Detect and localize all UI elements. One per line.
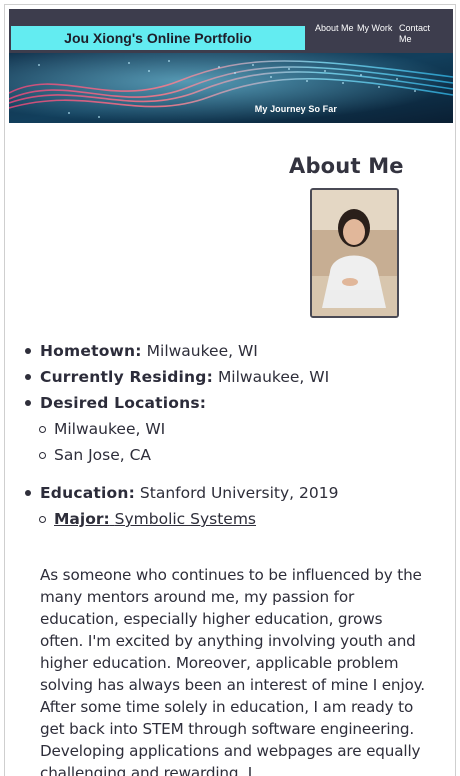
main-nav: About Me My Work Contact Me: [315, 23, 441, 53]
banner-caption: My Journey So Far: [254, 104, 337, 114]
fact-education: Education: Stanford University, 2019: [24, 480, 428, 506]
site-header: Jou Xiong's Online Portfolio About Me My…: [9, 9, 453, 123]
facts-list: Hometown: Milwaukee, WI Currently Residi…: [24, 338, 428, 532]
fact-desired-locations: Desired Locations:: [24, 390, 428, 416]
desired-location-item: Milwaukee, WI: [24, 416, 428, 442]
nav-my-work[interactable]: My Work: [357, 23, 399, 53]
education-value: Stanford University, 2019: [139, 484, 339, 502]
fact-hometown: Hometown: Milwaukee, WI: [24, 338, 428, 364]
top-bar: Jou Xiong's Online Portfolio About Me My…: [9, 9, 453, 53]
major-link[interactable]: Major: Symbolic Systems: [24, 506, 428, 532]
hero-banner: My Journey So Far: [9, 53, 453, 123]
nav-contact-me[interactable]: Contact Me: [399, 23, 441, 53]
residing-value: Milwaukee, WI: [217, 368, 330, 386]
education-label: Education:: [40, 484, 135, 502]
banner-graphic: [9, 53, 453, 123]
section-title: About Me: [289, 154, 404, 178]
bio-paragraph: As someone who continues to be influence…: [40, 566, 425, 776]
desired-label: Desired Locations:: [40, 394, 207, 412]
major-label: Major:: [54, 510, 110, 528]
nav-about-me[interactable]: About Me: [315, 23, 357, 53]
hometown-label: Hometown:: [40, 342, 142, 360]
fact-residing: Currently Residing: Milwaukee, WI: [24, 364, 428, 390]
site-title: Jou Xiong's Online Portfolio: [11, 26, 305, 50]
hometown-value: Milwaukee, WI: [146, 342, 258, 360]
major-value: Symbolic Systems: [114, 510, 257, 528]
desired-location-item: San Jose, CA: [24, 442, 428, 468]
profile-photo-graphic: [312, 190, 397, 316]
residing-label: Currently Residing:: [40, 368, 213, 386]
profile-photo: [310, 188, 399, 318]
